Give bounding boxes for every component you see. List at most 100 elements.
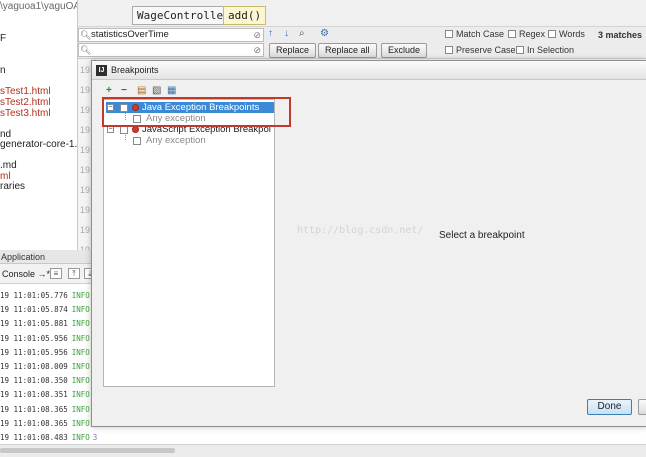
words-checkbox[interactable] xyxy=(548,30,556,38)
status-bar xyxy=(0,444,646,457)
project-tree-item[interactable]: sTest2.html xyxy=(0,97,51,108)
preserve-case-checkbox[interactable] xyxy=(445,46,453,54)
previous-match-icon[interactable]: ↑ xyxy=(268,28,273,39)
breakpoint-detail-panel: http://blog.csdn.net/ Select a breakpoin… xyxy=(275,99,637,387)
clear-icon[interactable]: ⊘ xyxy=(253,29,261,41)
log-time: 19 11:01:08.365 xyxy=(0,418,68,428)
project-path: \yaguoa1\yaguOA xyxy=(0,1,78,12)
project-tree-item[interactable]: F xyxy=(0,33,6,44)
log-level: INFO xyxy=(71,418,90,428)
tree-node-any-exception[interactable]: Any exception xyxy=(106,135,274,146)
log-time: 19 11:01:05.956 xyxy=(0,347,68,357)
line-number: 19 xyxy=(80,105,91,115)
line-number: 19 xyxy=(80,185,91,195)
log-line: 19 11:01:08.350INFO3 xyxy=(0,376,97,386)
log-time: 19 11:01:05.776 xyxy=(0,291,68,300)
log-level: INFO xyxy=(71,404,90,414)
log-num: 3 xyxy=(92,433,98,442)
log-line: 19 11:01:08.351INFO3 xyxy=(0,390,97,400)
match-case-option[interactable]: Match Case xyxy=(445,29,504,40)
javascript-exception-checkbox[interactable] xyxy=(120,126,128,134)
add-breakpoint-icon[interactable]: + xyxy=(106,85,112,97)
log-time: 19 11:01:08.483 xyxy=(0,433,68,442)
log-time: 19 11:01:05.874 xyxy=(0,305,68,315)
line-number: 19 xyxy=(80,205,91,215)
log-line: 19 11:01:05.956INFO3 xyxy=(0,334,97,344)
tree-node-label: Any exception xyxy=(146,135,206,146)
replace-button[interactable]: Replace xyxy=(269,43,317,58)
regex-option[interactable]: Regex xyxy=(508,29,545,40)
next-match-icon[interactable]: ↓ xyxy=(284,28,289,39)
in-selection-checkbox[interactable] xyxy=(516,46,524,54)
log-line: 19 11:01:08.365INFO3 xyxy=(0,405,97,415)
editor-breadcrumb-bar: WageController add() xyxy=(78,0,646,27)
log-level: INFO xyxy=(71,291,90,300)
group-by-class-icon[interactable]: ▦ xyxy=(167,85,176,97)
words-option[interactable]: Words xyxy=(548,29,585,40)
log-line: 19 11:01:05.776INFO3 xyxy=(0,291,97,301)
done-button[interactable]: Done xyxy=(587,399,632,415)
help-button[interactable] xyxy=(638,399,646,415)
replace-search-icon: 🔍︎ xyxy=(80,45,92,55)
breadcrumb-class[interactable]: WageController xyxy=(132,6,235,25)
log-line: 19 11:01:05.881INFO3 xyxy=(0,319,97,329)
filter-settings-icon[interactable]: ⚙ xyxy=(320,28,329,39)
log-level: INFO xyxy=(71,333,90,343)
tab-console[interactable]: Console →* xyxy=(2,269,50,279)
log-level: INFO xyxy=(71,376,90,386)
search-input[interactable]: 🔍︎ statisticsOverTime ⊘ xyxy=(78,28,264,42)
line-number: 19 xyxy=(80,65,91,75)
preserve-case-label: Preserve Case xyxy=(456,45,516,55)
breadcrumb-method[interactable]: add() xyxy=(223,6,267,25)
replace-all-button[interactable]: Replace all xyxy=(318,43,377,58)
remove-breakpoint-icon[interactable]: − xyxy=(121,85,127,97)
dialog-title: Breakpoints xyxy=(111,65,159,75)
log-level: INFO xyxy=(71,347,90,357)
breakpoints-tree[interactable]: − Java Exception Breakpoints Any excepti… xyxy=(103,99,275,387)
find-all-icon[interactable]: ⌕ xyxy=(299,28,305,39)
group-by-package-icon[interactable]: ▤ xyxy=(137,85,146,97)
line-number: 19 xyxy=(80,165,91,175)
regex-checkbox[interactable] xyxy=(508,30,516,38)
match-case-checkbox[interactable] xyxy=(445,30,453,38)
line-number: 19 xyxy=(80,225,91,235)
log-level: INFO xyxy=(71,362,90,371)
find-replace-bar: 🔍︎ statisticsOverTime ⊘ ↑ ↓ ⌕ ⚙ 🔍︎ ⊘ Rep… xyxy=(78,27,646,59)
group-by-file-icon[interactable]: ▧ xyxy=(152,85,161,97)
clear-icon[interactable]: ⊘ xyxy=(253,44,261,56)
words-label: Words xyxy=(559,29,585,39)
project-tree-item[interactable]: sTest3.html xyxy=(0,108,51,119)
any-exception-checkbox[interactable] xyxy=(133,137,141,145)
scroll-top-icon[interactable]: ⤒ xyxy=(68,268,80,279)
line-number: 19 xyxy=(80,145,91,155)
regex-label: Regex xyxy=(519,29,546,39)
match-count: 3 matches xyxy=(598,30,643,40)
project-tree-item[interactable]: sTest1.html xyxy=(0,86,51,97)
replace-input[interactable]: 🔍︎ ⊘ xyxy=(78,43,264,57)
dialog-title-bar[interactable]: IJ Breakpoints xyxy=(92,61,646,80)
line-number: 19 xyxy=(80,125,91,135)
intellij-icon: IJ xyxy=(96,65,107,76)
project-tree-item[interactable]: raries xyxy=(0,181,25,192)
search-icon: 🔍︎ xyxy=(80,30,92,40)
breakpoints-dialog: IJ Breakpoints + − ▤ ▧ ▦ − Java Exceptio… xyxy=(91,60,646,427)
log-time: 19 11:01:08.365 xyxy=(0,404,68,414)
line-number: 19 xyxy=(80,85,91,95)
log-level: INFO xyxy=(71,305,90,315)
horizontal-scrollbar[interactable] xyxy=(0,448,175,453)
collapse-icon[interactable]: − xyxy=(107,126,114,133)
log-line: 19 11:01:05.874INFO3 xyxy=(0,305,97,315)
in-selection-option[interactable]: In Selection xyxy=(516,45,574,56)
log-line: 19 11:01:05.956INFO3 xyxy=(0,348,97,358)
project-tree-item[interactable]: n xyxy=(0,65,6,76)
run-toolbar: Console →* ≡ ⤒ ⤓ xyxy=(0,264,96,284)
run-panel: Application Console →* ≡ ⤒ ⤓ 19 11:01:05… xyxy=(0,250,97,444)
log-line: 19 11:01:08.483 INFO 3 xyxy=(0,433,97,443)
project-tree-item[interactable]: .md xyxy=(0,160,17,171)
project-tree-item[interactable]: generator-core-1. xyxy=(0,139,77,150)
search-input-value: statisticsOverTime xyxy=(91,29,169,40)
layout-icon[interactable]: ≡ xyxy=(50,268,62,279)
preserve-case-option[interactable]: Preserve Case xyxy=(445,45,516,56)
exclude-button[interactable]: Exclude xyxy=(381,43,428,58)
log-line: 19 11:01:08.365INFO3 xyxy=(0,419,97,429)
